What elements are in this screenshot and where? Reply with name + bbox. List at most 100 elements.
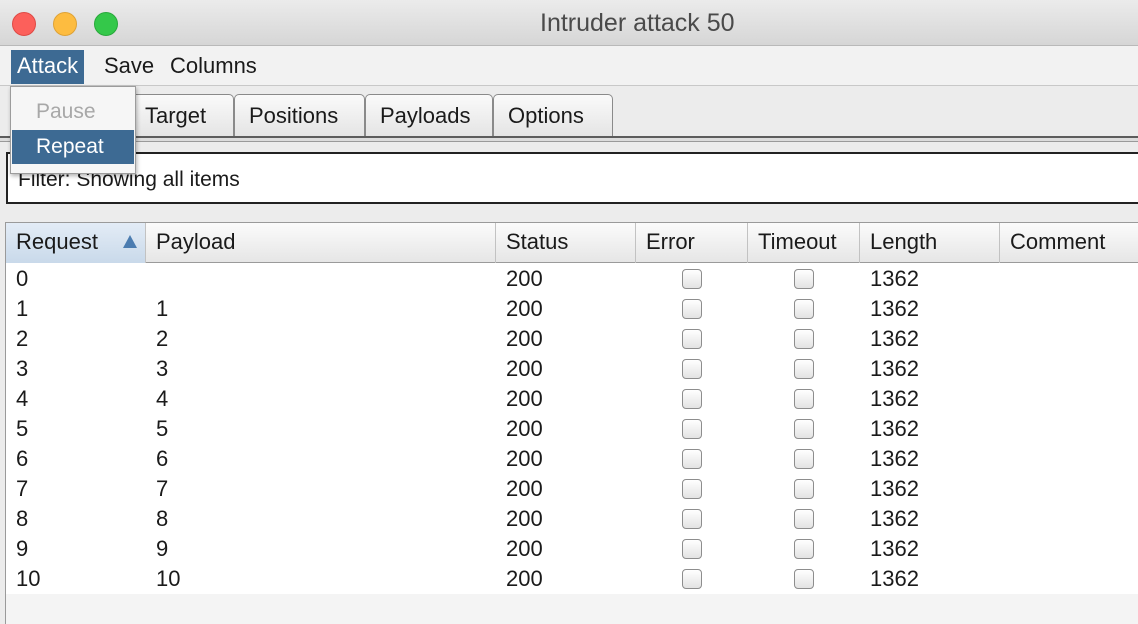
- menu-save[interactable]: Save: [98, 50, 160, 84]
- cell-request: 0: [16, 266, 29, 291]
- error-checkbox: [682, 269, 702, 289]
- timeout-checkbox: [794, 359, 814, 379]
- timeout-checkbox: [794, 329, 814, 349]
- table-row[interactable]: 3 3 200 1362: [6, 354, 1138, 384]
- table-row[interactable]: 0 200 1362: [6, 264, 1138, 294]
- table-row[interactable]: 6 6 200 1362: [6, 444, 1138, 474]
- error-checkbox: [682, 359, 702, 379]
- column-header-comment[interactable]: Comment: [1000, 223, 1138, 263]
- cell-request: 7: [16, 476, 29, 501]
- column-header-payload[interactable]: Payload: [146, 223, 496, 263]
- tab-payloads[interactable]: Payloads: [365, 94, 493, 137]
- column-header-length[interactable]: Length: [860, 223, 1000, 263]
- cell-status: 200: [506, 446, 543, 471]
- table-row[interactable]: 5 5 200 1362: [6, 414, 1138, 444]
- sort-ascending-icon: [123, 235, 137, 248]
- column-header-status[interactable]: Status: [496, 223, 636, 263]
- menu-columns[interactable]: Columns: [164, 50, 263, 84]
- cell-payload: 8: [156, 506, 169, 531]
- cell-status: 200: [506, 506, 543, 531]
- cell-request: 2: [16, 326, 29, 351]
- menu-attack[interactable]: Attack: [11, 50, 85, 84]
- cell-length: 1362: [870, 296, 919, 321]
- cell-length: 1362: [870, 446, 919, 471]
- cell-length: 1362: [870, 536, 919, 561]
- cell-length: 1362: [870, 266, 919, 291]
- cell-payload: [146, 264, 166, 294]
- cell-status: 200: [506, 386, 543, 411]
- cell-request: 9: [16, 536, 29, 561]
- table-row[interactable]: 10 10 200 1362: [6, 564, 1138, 594]
- cell-comment: [1000, 384, 1020, 414]
- column-header-error[interactable]: Error: [636, 223, 748, 263]
- cell-length: 1362: [870, 566, 919, 591]
- error-checkbox: [682, 569, 702, 589]
- menu-bar: Attack Save Columns: [0, 46, 1138, 86]
- menu-item-pause: Pause: [36, 100, 96, 123]
- timeout-checkbox: [794, 389, 814, 409]
- cell-status: 200: [506, 476, 543, 501]
- tab-positions[interactable]: Positions: [234, 94, 365, 137]
- cell-status: 200: [506, 266, 543, 291]
- timeout-checkbox: [794, 419, 814, 439]
- cell-payload: 9: [156, 536, 169, 561]
- table-row[interactable]: 8 8 200 1362: [6, 504, 1138, 534]
- window-title: Intruder attack 50: [540, 9, 735, 37]
- timeout-checkbox: [794, 569, 814, 589]
- error-checkbox: [682, 539, 702, 559]
- table-row[interactable]: 7 7 200 1362: [6, 474, 1138, 504]
- column-header-timeout[interactable]: Timeout: [748, 223, 860, 263]
- cell-length: 1362: [870, 326, 919, 351]
- error-checkbox: [682, 449, 702, 469]
- table-body: 0 200 1362 1 1 200 1362 2 2 200 1362 3 3 200 1362 4 4 200…: [6, 264, 1138, 594]
- cell-status: 200: [506, 326, 543, 351]
- cell-length: 1362: [870, 416, 919, 441]
- cell-length: 1362: [870, 506, 919, 531]
- filter-bar[interactable]: Filter: Showing all items: [6, 152, 1138, 204]
- cell-request: 3: [16, 356, 29, 381]
- cell-length: 1362: [870, 476, 919, 501]
- error-checkbox: [682, 329, 702, 349]
- cell-status: 200: [506, 536, 543, 561]
- cell-comment: [1000, 324, 1020, 354]
- timeout-checkbox: [794, 299, 814, 319]
- table-row[interactable]: 4 4 200 1362: [6, 384, 1138, 414]
- table-row[interactable]: 1 1 200 1362: [6, 294, 1138, 324]
- cell-payload: 7: [156, 476, 169, 501]
- timeout-checkbox: [794, 269, 814, 289]
- table-row[interactable]: 9 9 200 1362: [6, 534, 1138, 564]
- table-row[interactable]: 2 2 200 1362: [6, 324, 1138, 354]
- cell-comment: [1000, 534, 1020, 564]
- cell-length: 1362: [870, 356, 919, 381]
- table-header: Request Payload Status Error Timeout Len…: [6, 223, 1138, 263]
- cell-status: 200: [506, 416, 543, 441]
- cell-payload: 2: [156, 326, 169, 351]
- error-checkbox: [682, 419, 702, 439]
- cell-comment: [1000, 264, 1020, 294]
- cell-comment: [1000, 354, 1020, 384]
- tab-options[interactable]: Options: [493, 94, 613, 137]
- error-checkbox: [682, 299, 702, 319]
- cell-payload: 5: [156, 416, 169, 441]
- column-header-request[interactable]: Request: [6, 223, 146, 263]
- cell-request: 6: [16, 446, 29, 471]
- tab-strip: Target Positions Payloads Options: [0, 94, 1138, 138]
- error-checkbox: [682, 389, 702, 409]
- attack-menu-dropdown: Pause Repeat: [10, 86, 136, 174]
- cell-status: 200: [506, 296, 543, 321]
- menu-item-repeat[interactable]: Repeat: [12, 130, 134, 164]
- cell-request: 4: [16, 386, 29, 411]
- cell-payload: 10: [156, 566, 181, 591]
- cell-request: 8: [16, 506, 29, 531]
- tab-target[interactable]: Target: [130, 94, 234, 137]
- title-bar: Intruder attack 50: [0, 0, 1138, 46]
- cell-status: 200: [506, 566, 543, 591]
- cell-status: 200: [506, 356, 543, 381]
- error-checkbox: [682, 479, 702, 499]
- cell-comment: [1000, 504, 1020, 534]
- cell-payload: 6: [156, 446, 169, 471]
- cell-request: 5: [16, 416, 29, 441]
- cell-length: 1362: [870, 386, 919, 411]
- error-checkbox: [682, 509, 702, 529]
- cell-request: 1: [16, 296, 29, 321]
